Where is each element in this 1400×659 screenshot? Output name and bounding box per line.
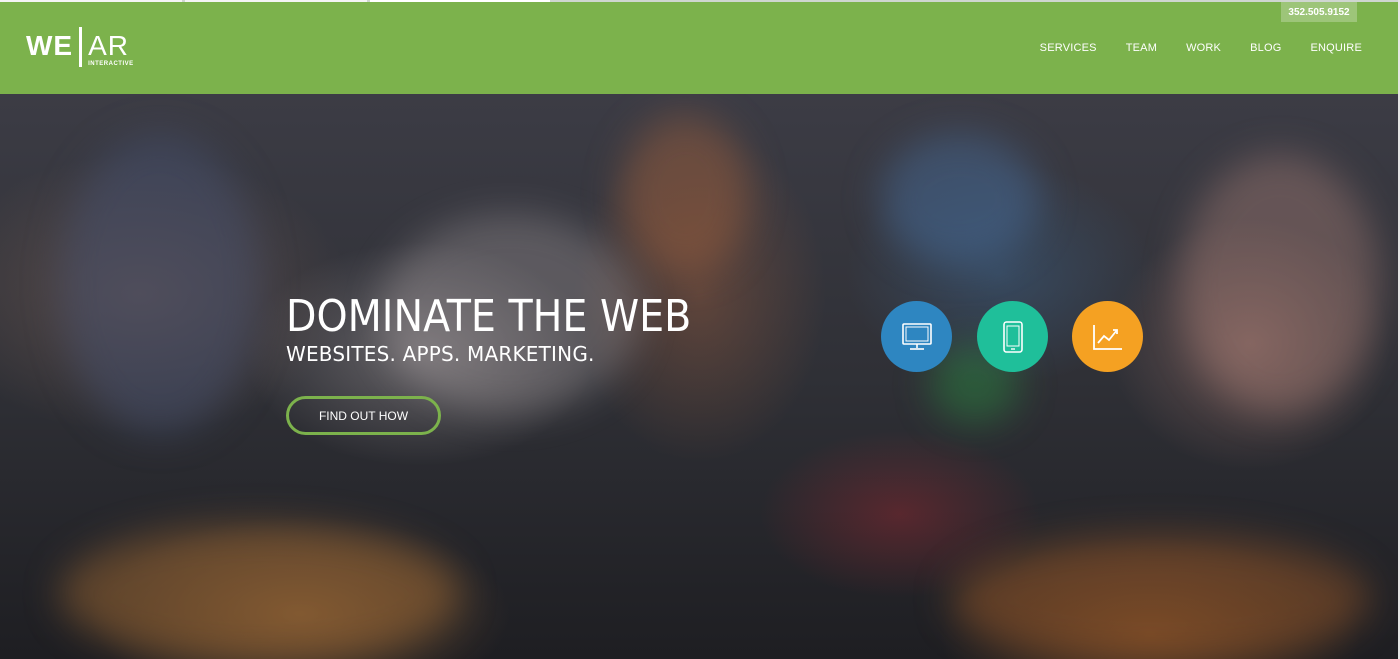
- hero-title: DOMINATE THE WEB: [286, 291, 692, 342]
- tab-strip-segment: [0, 0, 182, 2]
- marketing-service-button[interactable]: [1072, 301, 1143, 372]
- hero-background-blur: [60, 524, 460, 659]
- websites-service-button[interactable]: [881, 301, 952, 372]
- nav-item-enquire[interactable]: ENQUIRE: [1310, 42, 1362, 54]
- nav-item-work[interactable]: WORK: [1186, 42, 1221, 54]
- chart-trend-icon: [1092, 324, 1122, 350]
- hero-subtitle: WEBSITES. APPS. MARKETING.: [286, 342, 595, 366]
- site-header: WE AR INTERACTIVE 352.505.9152 SERVICES …: [0, 0, 1400, 94]
- logo-tagline: INTERACTIVE: [88, 61, 134, 67]
- apps-service-button[interactable]: [977, 301, 1048, 372]
- logo-ar: AR: [88, 30, 130, 61]
- tab-strip-segment: [185, 0, 367, 2]
- hero-background-blur: [620, 114, 750, 274]
- hero-background-blur: [950, 534, 1370, 659]
- nav-item-services[interactable]: SERVICES: [1040, 42, 1097, 54]
- hero-background-blur: [60, 134, 260, 434]
- nav-item-blog[interactable]: BLOG: [1250, 42, 1281, 54]
- logo-we: WE: [26, 30, 74, 61]
- main-nav: SERVICES TEAM WORK BLOG ENQUIRE: [1011, 42, 1362, 54]
- nav-item-team[interactable]: TEAM: [1126, 42, 1157, 54]
- tablet-icon: [1002, 320, 1023, 353]
- hero-background-blur: [880, 134, 1040, 264]
- tab-strip-segment: [370, 0, 550, 2]
- find-out-how-button[interactable]: FIND OUT HOW: [286, 396, 441, 435]
- hero-background-blur: [1180, 154, 1380, 414]
- browser-tab-strip: [0, 0, 1400, 2]
- logo-divider: [79, 27, 83, 67]
- logo-ar-group: AR INTERACTIVE: [88, 27, 133, 67]
- phone-number[interactable]: 352.505.9152: [1281, 2, 1357, 22]
- logo[interactable]: WE AR INTERACTIVE: [26, 27, 133, 69]
- monitor-icon: [901, 322, 932, 350]
- hero-section: DOMINATE THE WEB WEBSITES. APPS. MARKETI…: [0, 94, 1400, 659]
